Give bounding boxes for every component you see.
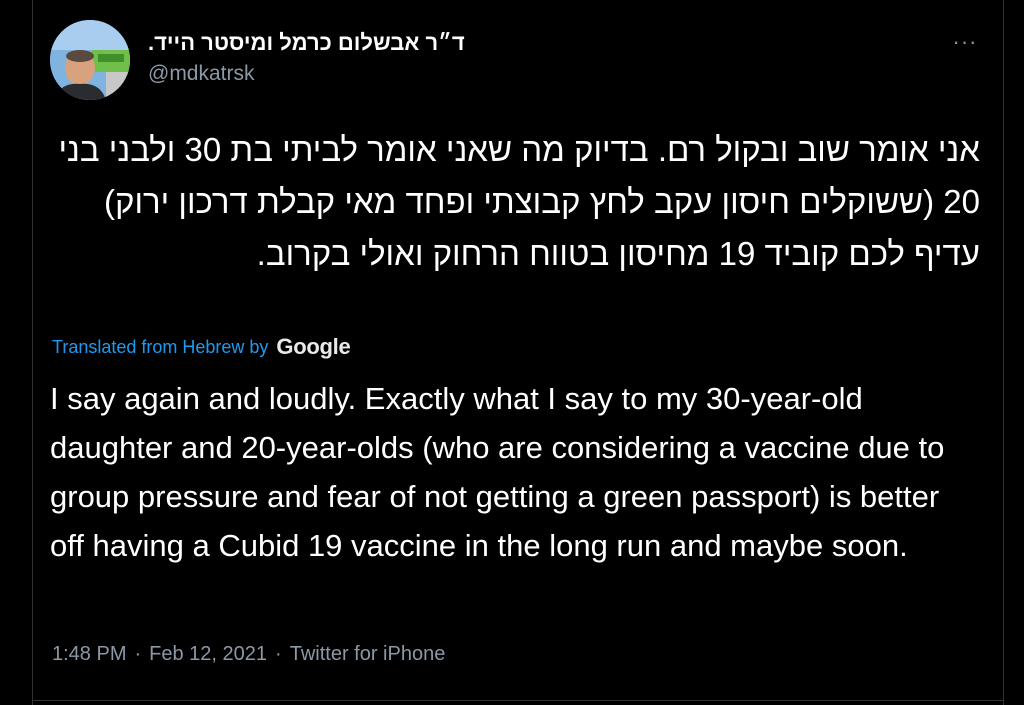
tweet-date[interactable]: Feb 12, 2021: [149, 643, 267, 666]
separator: ·: [275, 643, 282, 665]
tweet-text-translated: I say again and loudly. Exactly what I s…: [50, 381, 945, 563]
separator: ·: [134, 643, 142, 665]
avatar-photo: [50, 20, 130, 100]
avatar[interactable]: [50, 20, 130, 100]
tweet-source[interactable]: Twitter for iPhone: [290, 643, 446, 666]
divider: [32, 700, 1004, 701]
display-name[interactable]: ד״ר אבשלום כרמל ומיסטר הייד.: [148, 30, 465, 56]
user-handle[interactable]: @mdkatrsk: [148, 62, 255, 86]
tweet-metadata: 1:48 PM · Feb 12, 2021 · Twitter for iPh…: [52, 643, 445, 666]
translation-attribution[interactable]: Translated from Hebrew by Google: [52, 334, 351, 360]
google-logo: Google: [276, 334, 351, 359]
more-options-icon[interactable]: ···: [948, 31, 982, 58]
tweet-text-original: אני אומר שוב ובקול רם. בדיוק מה שאני אומ…: [58, 131, 980, 272]
translated-from-label: Translated from Hebrew by: [52, 336, 269, 357]
tweet-time[interactable]: 1:48 PM: [52, 643, 126, 666]
